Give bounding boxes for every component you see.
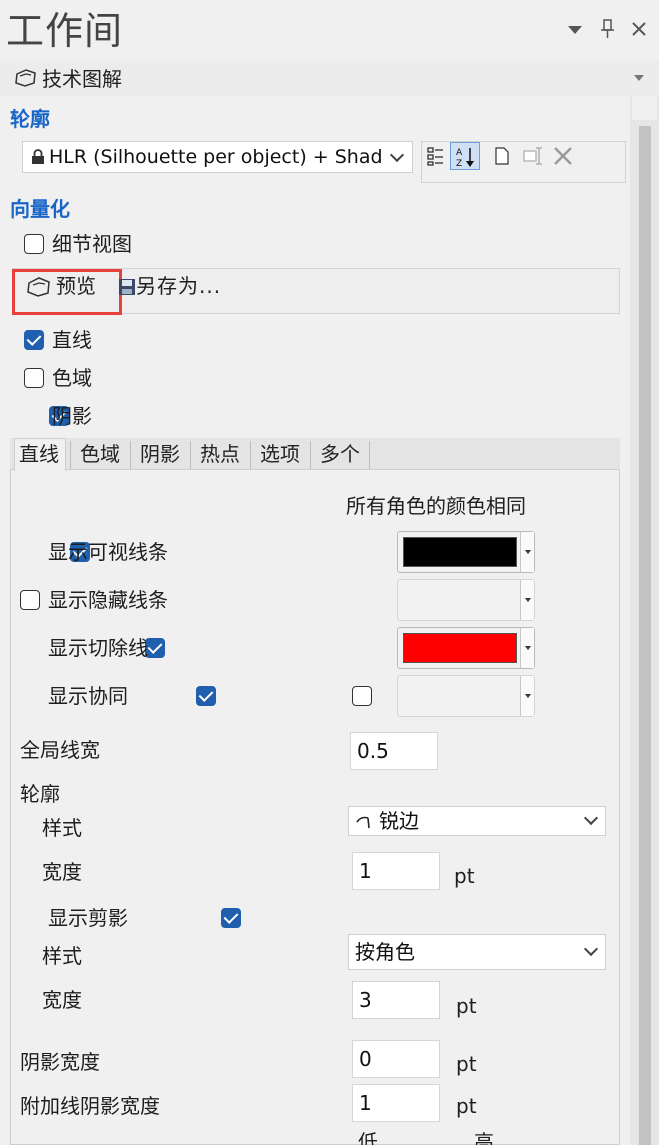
scrollbar-thumb[interactable] bbox=[639, 126, 651, 1145]
vectorize-heading: 向量化 bbox=[10, 197, 70, 221]
chevron-down-icon bbox=[520, 676, 534, 716]
shadow-width-unit: pt bbox=[456, 1052, 477, 1076]
sort-button[interactable]: A Z bbox=[450, 142, 480, 170]
lines-label: 直线 bbox=[52, 328, 92, 352]
panel-title: 工作间 bbox=[6, 9, 124, 53]
chevron-down-icon bbox=[389, 147, 405, 163]
contour-style-label: 样式 bbox=[42, 816, 82, 840]
tab-divider bbox=[130, 441, 131, 469]
clip-width-unit: pt bbox=[456, 994, 477, 1018]
same-color-header: 所有角色的颜色相同 bbox=[346, 494, 526, 518]
scrollbar-up[interactable] bbox=[632, 96, 657, 120]
tab-divider bbox=[310, 441, 311, 469]
visible-lines-color-picker[interactable] bbox=[397, 531, 535, 573]
svg-text:A: A bbox=[456, 148, 463, 158]
clip-style-select[interactable]: 按角色 bbox=[348, 934, 606, 970]
cooperation-color-picker[interactable] bbox=[397, 675, 535, 717]
show-clip-checkbox[interactable] bbox=[220, 908, 241, 928]
tab-divider bbox=[70, 441, 71, 469]
show-cooperation-checkbox[interactable] bbox=[195, 686, 216, 706]
shadow-width-label: 阴影宽度 bbox=[20, 1050, 100, 1074]
show-hidden-lines-checkbox[interactable] bbox=[20, 590, 40, 610]
shadow-label: 阴影 bbox=[52, 404, 92, 428]
tab-divider bbox=[250, 441, 251, 469]
extra-shadow-width-label: 附加线阴影宽度 bbox=[20, 1094, 160, 1118]
show-clip-label: 显示剪影 bbox=[48, 906, 128, 930]
rename-icon[interactable] bbox=[522, 146, 544, 166]
show-hidden-lines-label: 显示隐藏线条 bbox=[48, 588, 168, 612]
extra-shadow-width-input[interactable]: 1 bbox=[352, 1084, 440, 1122]
preview-button[interactable]: 预览 bbox=[56, 274, 96, 298]
shadow-width-input[interactable]: 0 bbox=[352, 1040, 440, 1078]
clip-width-input[interactable]: 3 bbox=[352, 981, 440, 1019]
tab-multiple[interactable]: 多个 bbox=[320, 440, 360, 468]
detail-view-checkbox[interactable] bbox=[24, 234, 44, 254]
delete-icon[interactable] bbox=[552, 145, 574, 167]
chevron-down-icon bbox=[520, 580, 534, 620]
low-label: 低 bbox=[358, 1130, 378, 1145]
tab-regions[interactable]: 色域 bbox=[80, 440, 120, 468]
outline-mode-select[interactable]: HLR (Silhouette per object) + Shad bbox=[22, 141, 413, 173]
color-swatch bbox=[403, 633, 517, 663]
regions-checkbox[interactable] bbox=[24, 368, 44, 388]
dropdown-arrow-icon[interactable] bbox=[566, 24, 584, 36]
regions-label: 色域 bbox=[52, 366, 92, 390]
detail-view-label: 细节视图 bbox=[52, 232, 132, 256]
close-icon[interactable] bbox=[631, 21, 647, 37]
color-swatch bbox=[403, 537, 517, 567]
extra-shadow-width-unit: pt bbox=[456, 1094, 477, 1118]
tab-divider bbox=[369, 441, 370, 469]
tab-lines[interactable]: 直线 bbox=[19, 440, 59, 468]
tab-divider bbox=[190, 441, 191, 469]
lines-checkbox[interactable] bbox=[24, 330, 44, 350]
pin-icon[interactable] bbox=[600, 19, 616, 39]
section-title: 技术图解 bbox=[42, 67, 122, 91]
high-label: 高 bbox=[474, 1130, 494, 1145]
show-cooperation-label: 显示协同 bbox=[48, 684, 128, 708]
svg-text:Z: Z bbox=[456, 159, 462, 169]
tab-hotspots[interactable]: 热点 bbox=[200, 440, 240, 468]
clip-width-label: 宽度 bbox=[42, 988, 82, 1012]
lock-icon bbox=[32, 149, 44, 164]
section-menu-arrow-icon[interactable] bbox=[633, 74, 645, 82]
preview-icon bbox=[27, 277, 50, 297]
chevron-down-icon bbox=[583, 810, 599, 826]
save-as-button[interactable]: 另存为... bbox=[136, 274, 221, 298]
clip-style-label: 样式 bbox=[42, 944, 82, 968]
chevron-down-icon bbox=[520, 628, 534, 668]
outline-heading: 轮廓 bbox=[10, 107, 50, 131]
hidden-lines-color-picker[interactable] bbox=[397, 579, 535, 621]
new-document-icon[interactable] bbox=[492, 146, 512, 166]
list-view-icon[interactable] bbox=[425, 145, 447, 167]
show-visible-lines-label: 显示可视线条 bbox=[48, 540, 168, 564]
cooperation-same-color-checkbox[interactable] bbox=[352, 686, 372, 706]
tab-options[interactable]: 选项 bbox=[260, 440, 300, 468]
show-cut-lines-checkbox[interactable] bbox=[145, 638, 166, 658]
contour-style-value: 锐边 bbox=[379, 809, 419, 833]
cut-lines-color-picker[interactable] bbox=[397, 627, 535, 669]
chevron-down-icon bbox=[520, 532, 534, 572]
sort-az-icon: A Z bbox=[456, 148, 474, 169]
sharp-edge-icon bbox=[356, 816, 370, 829]
technical-illustration-icon bbox=[15, 69, 36, 87]
contour-label: 轮廓 bbox=[20, 782, 60, 806]
contour-style-select[interactable]: 锐边 bbox=[348, 806, 606, 836]
contour-width-input[interactable]: 1 bbox=[352, 852, 440, 890]
global-width-input[interactable]: 0.5 bbox=[350, 732, 438, 770]
contour-width-unit: pt bbox=[454, 864, 475, 888]
global-width-label: 全局线宽 bbox=[20, 738, 100, 762]
clip-style-value: 按角色 bbox=[355, 940, 415, 964]
save-icon bbox=[119, 279, 135, 295]
tab-shadow[interactable]: 阴影 bbox=[140, 440, 180, 468]
show-cut-lines-label: 显示切除线 bbox=[48, 636, 148, 660]
outline-mode-value: HLR (Silhouette per object) + Shad bbox=[49, 146, 383, 168]
chevron-down-icon bbox=[583, 941, 599, 957]
contour-width-label: 宽度 bbox=[42, 860, 82, 884]
